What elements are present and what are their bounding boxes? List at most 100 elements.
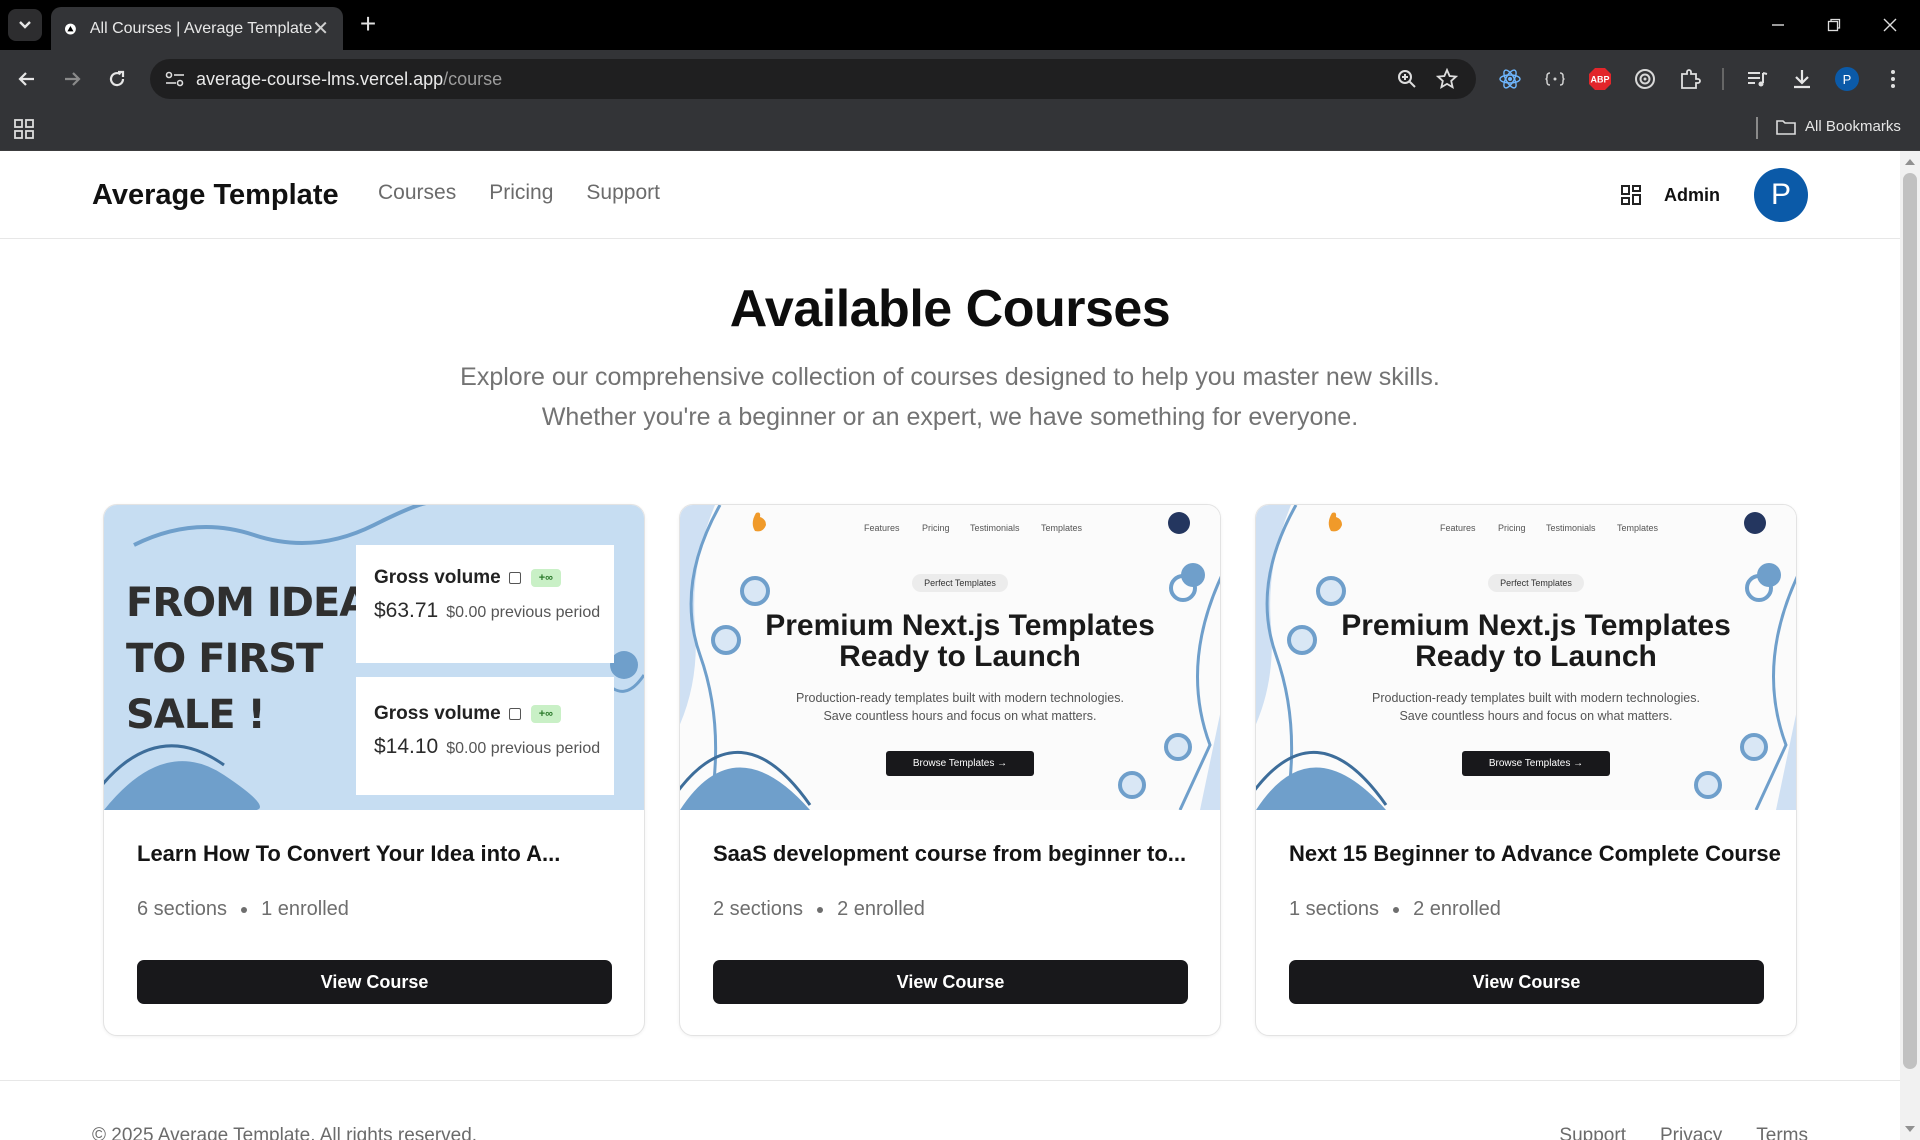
- extensions-puzzle-icon[interactable]: [1677, 66, 1703, 92]
- headline-line: SALE !: [126, 692, 266, 738]
- thumbnail-headline: FROM IDEA TO FIRST SALE !: [126, 575, 370, 743]
- back-button[interactable]: [10, 62, 44, 96]
- headline-line: FROM IDEA: [126, 580, 370, 626]
- mock-headline-line: Premium Next.js Templates: [1341, 609, 1731, 642]
- mock-nav-item: Features: [1440, 523, 1476, 533]
- footer-link-support[interactable]: Support: [1559, 1125, 1626, 1140]
- profile-button[interactable]: P: [1834, 66, 1860, 92]
- restore-icon: [1827, 18, 1841, 32]
- target-extension-icon[interactable]: [1632, 66, 1658, 92]
- mock-headline-line: Ready to Launch: [839, 640, 1081, 673]
- new-tab-button[interactable]: +: [352, 9, 384, 41]
- arrow-right-icon: [65, 72, 81, 86]
- user-avatar[interactable]: P: [1754, 168, 1808, 222]
- apps-grid-icon[interactable]: [14, 119, 34, 139]
- footer-link-privacy[interactable]: Privacy: [1660, 1125, 1722, 1140]
- course-card[interactable]: Features Pricing Testimonials Templates …: [679, 504, 1221, 1036]
- panel-value: $63.71: [374, 599, 439, 622]
- course-title[interactable]: SaaS development course from beginner to…: [713, 841, 1186, 867]
- subtitle-line-1: Explore our comprehensive collection of …: [460, 363, 1440, 391]
- mock-pill: Perfect Templates: [1488, 574, 1584, 592]
- course-title[interactable]: Next 15 Beginner to Advance Complete Cou…: [1289, 841, 1781, 867]
- dashboard-grid-icon[interactable]: [1620, 184, 1642, 206]
- view-course-button[interactable]: View Course: [1289, 960, 1764, 1004]
- footer-links: Support Privacy Terms: [1559, 1125, 1808, 1140]
- admin-link[interactable]: Admin: [1664, 185, 1720, 206]
- info-icon: [508, 708, 521, 720]
- sections-count: 6 sections: [137, 898, 228, 920]
- footer-link-terms[interactable]: Terms: [1756, 1125, 1808, 1140]
- json-formatter-extension-icon[interactable]: [1542, 66, 1568, 92]
- nav-pricing[interactable]: Pricing: [489, 181, 553, 205]
- forward-button[interactable]: [55, 62, 89, 96]
- folder-icon: [1776, 119, 1796, 135]
- mock-headline: Premium Next.js Templates Ready to Launc…: [1256, 609, 1796, 672]
- chevron-down-icon: [19, 21, 31, 29]
- close-window-button[interactable]: [1862, 0, 1918, 50]
- minimize-button[interactable]: [1750, 0, 1806, 50]
- view-course-button[interactable]: View Course: [137, 960, 612, 1004]
- header-actions: Admin P: [1620, 168, 1808, 222]
- course-card[interactable]: FROM IDEA TO FIRST SALE ! Gross volume +∞…: [103, 504, 645, 1036]
- restore-button[interactable]: [1806, 0, 1862, 50]
- toolbar-divider: [1722, 68, 1724, 90]
- bookmark-star-icon[interactable]: [1436, 68, 1458, 90]
- close-tab-icon[interactable]: ✕: [312, 16, 329, 41]
- zoom-icon[interactable]: [1396, 68, 1418, 90]
- mock-description: Production-ready templates built with mo…: [680, 689, 1220, 725]
- tab-title: All Courses | Average Template: [89, 19, 313, 37]
- all-bookmarks-button[interactable]: All Bookmarks: [1776, 118, 1901, 135]
- main-nav: Courses Pricing Support: [378, 181, 660, 205]
- site-settings-icon[interactable]: [164, 69, 186, 89]
- all-bookmarks-label: All Bookmarks: [1805, 118, 1901, 135]
- mock-nav-item: Testimonials: [970, 523, 1020, 533]
- mock-nav-item: Templates: [1041, 523, 1083, 533]
- page-title: Available Courses: [729, 280, 1171, 338]
- page-viewport: Average Template Courses Pricing Support…: [0, 151, 1900, 1140]
- nav-courses[interactable]: Courses: [378, 181, 456, 205]
- react-devtools-extension-icon[interactable]: [1497, 66, 1523, 92]
- mock-cta: Browse Templates →: [1462, 751, 1610, 776]
- mock-nav-item: Testimonials: [1546, 523, 1596, 533]
- scroll-thumb[interactable]: [1903, 173, 1917, 1069]
- bookmarks-bar: All Bookmarks: [0, 108, 1920, 151]
- course-title[interactable]: Learn How To Convert Your Idea into A...: [137, 841, 560, 867]
- adblock-plus-extension-icon[interactable]: ABP: [1587, 66, 1613, 92]
- mock-desc-line: Save countless hours and focus on what m…: [823, 709, 1097, 723]
- course-meta: 2 sections 2 enrolled: [713, 898, 925, 921]
- view-course-button[interactable]: View Course: [713, 960, 1188, 1004]
- url-path: /course: [443, 69, 503, 89]
- subtitle-line-2: Whether you're a beginner or an expert, …: [541, 403, 1359, 431]
- tab-search-button[interactable]: [8, 9, 42, 41]
- address-bar[interactable]: average-course-lms.vercel.app/course: [150, 59, 1476, 99]
- panel-badge: +∞: [530, 705, 561, 723]
- scroll-down-arrow-icon[interactable]: [1905, 1126, 1915, 1132]
- panel-label: Gross volume: [374, 567, 501, 588]
- mock-desc-line: Production-ready templates built with mo…: [796, 691, 1124, 705]
- separator-dot: [817, 906, 824, 913]
- arrow-left-icon: [18, 72, 34, 86]
- minimize-icon: [1772, 24, 1784, 26]
- separator-dot: [241, 906, 248, 913]
- course-thumbnail: FROM IDEA TO FIRST SALE ! Gross volume +∞…: [104, 505, 644, 810]
- download-icon[interactable]: [1789, 66, 1815, 92]
- sections-count: 2 sections: [713, 898, 804, 920]
- panel-label: Gross volume: [374, 703, 501, 724]
- browser-menu-icon[interactable]: [1880, 66, 1906, 92]
- course-grid: FROM IDEA TO FIRST SALE ! Gross volume +∞…: [103, 504, 1797, 1036]
- page-scrollbar[interactable]: [1900, 151, 1920, 1140]
- gross-volume-panel: Gross volume +∞ $14.10 $0.00 previous peri…: [356, 677, 614, 795]
- url-text: average-course-lms.vercel.app/course: [196, 69, 502, 90]
- active-tab[interactable]: All Courses | Average Template ✕: [51, 7, 343, 50]
- course-card[interactable]: Features Pricing Testimonials Templates …: [1255, 504, 1797, 1036]
- scroll-up-arrow-icon[interactable]: [1905, 159, 1915, 165]
- brand-logo[interactable]: Average Template: [92, 179, 339, 212]
- media-controls-icon[interactable]: [1744, 66, 1770, 92]
- nav-support[interactable]: Support: [586, 181, 660, 205]
- mock-nav-item: Features: [864, 523, 900, 533]
- reload-button[interactable]: [100, 62, 134, 96]
- gross-volume-panel: Gross volume +∞ $63.71 $0.00 previous peri…: [356, 545, 614, 663]
- course-thumbnail: Features Pricing Testimonials Templates …: [1256, 505, 1796, 810]
- course-thumbnail: Features Pricing Testimonials Templates …: [680, 505, 1220, 810]
- browser-tab-strip: All Courses | Average Template ✕ +: [0, 0, 1920, 50]
